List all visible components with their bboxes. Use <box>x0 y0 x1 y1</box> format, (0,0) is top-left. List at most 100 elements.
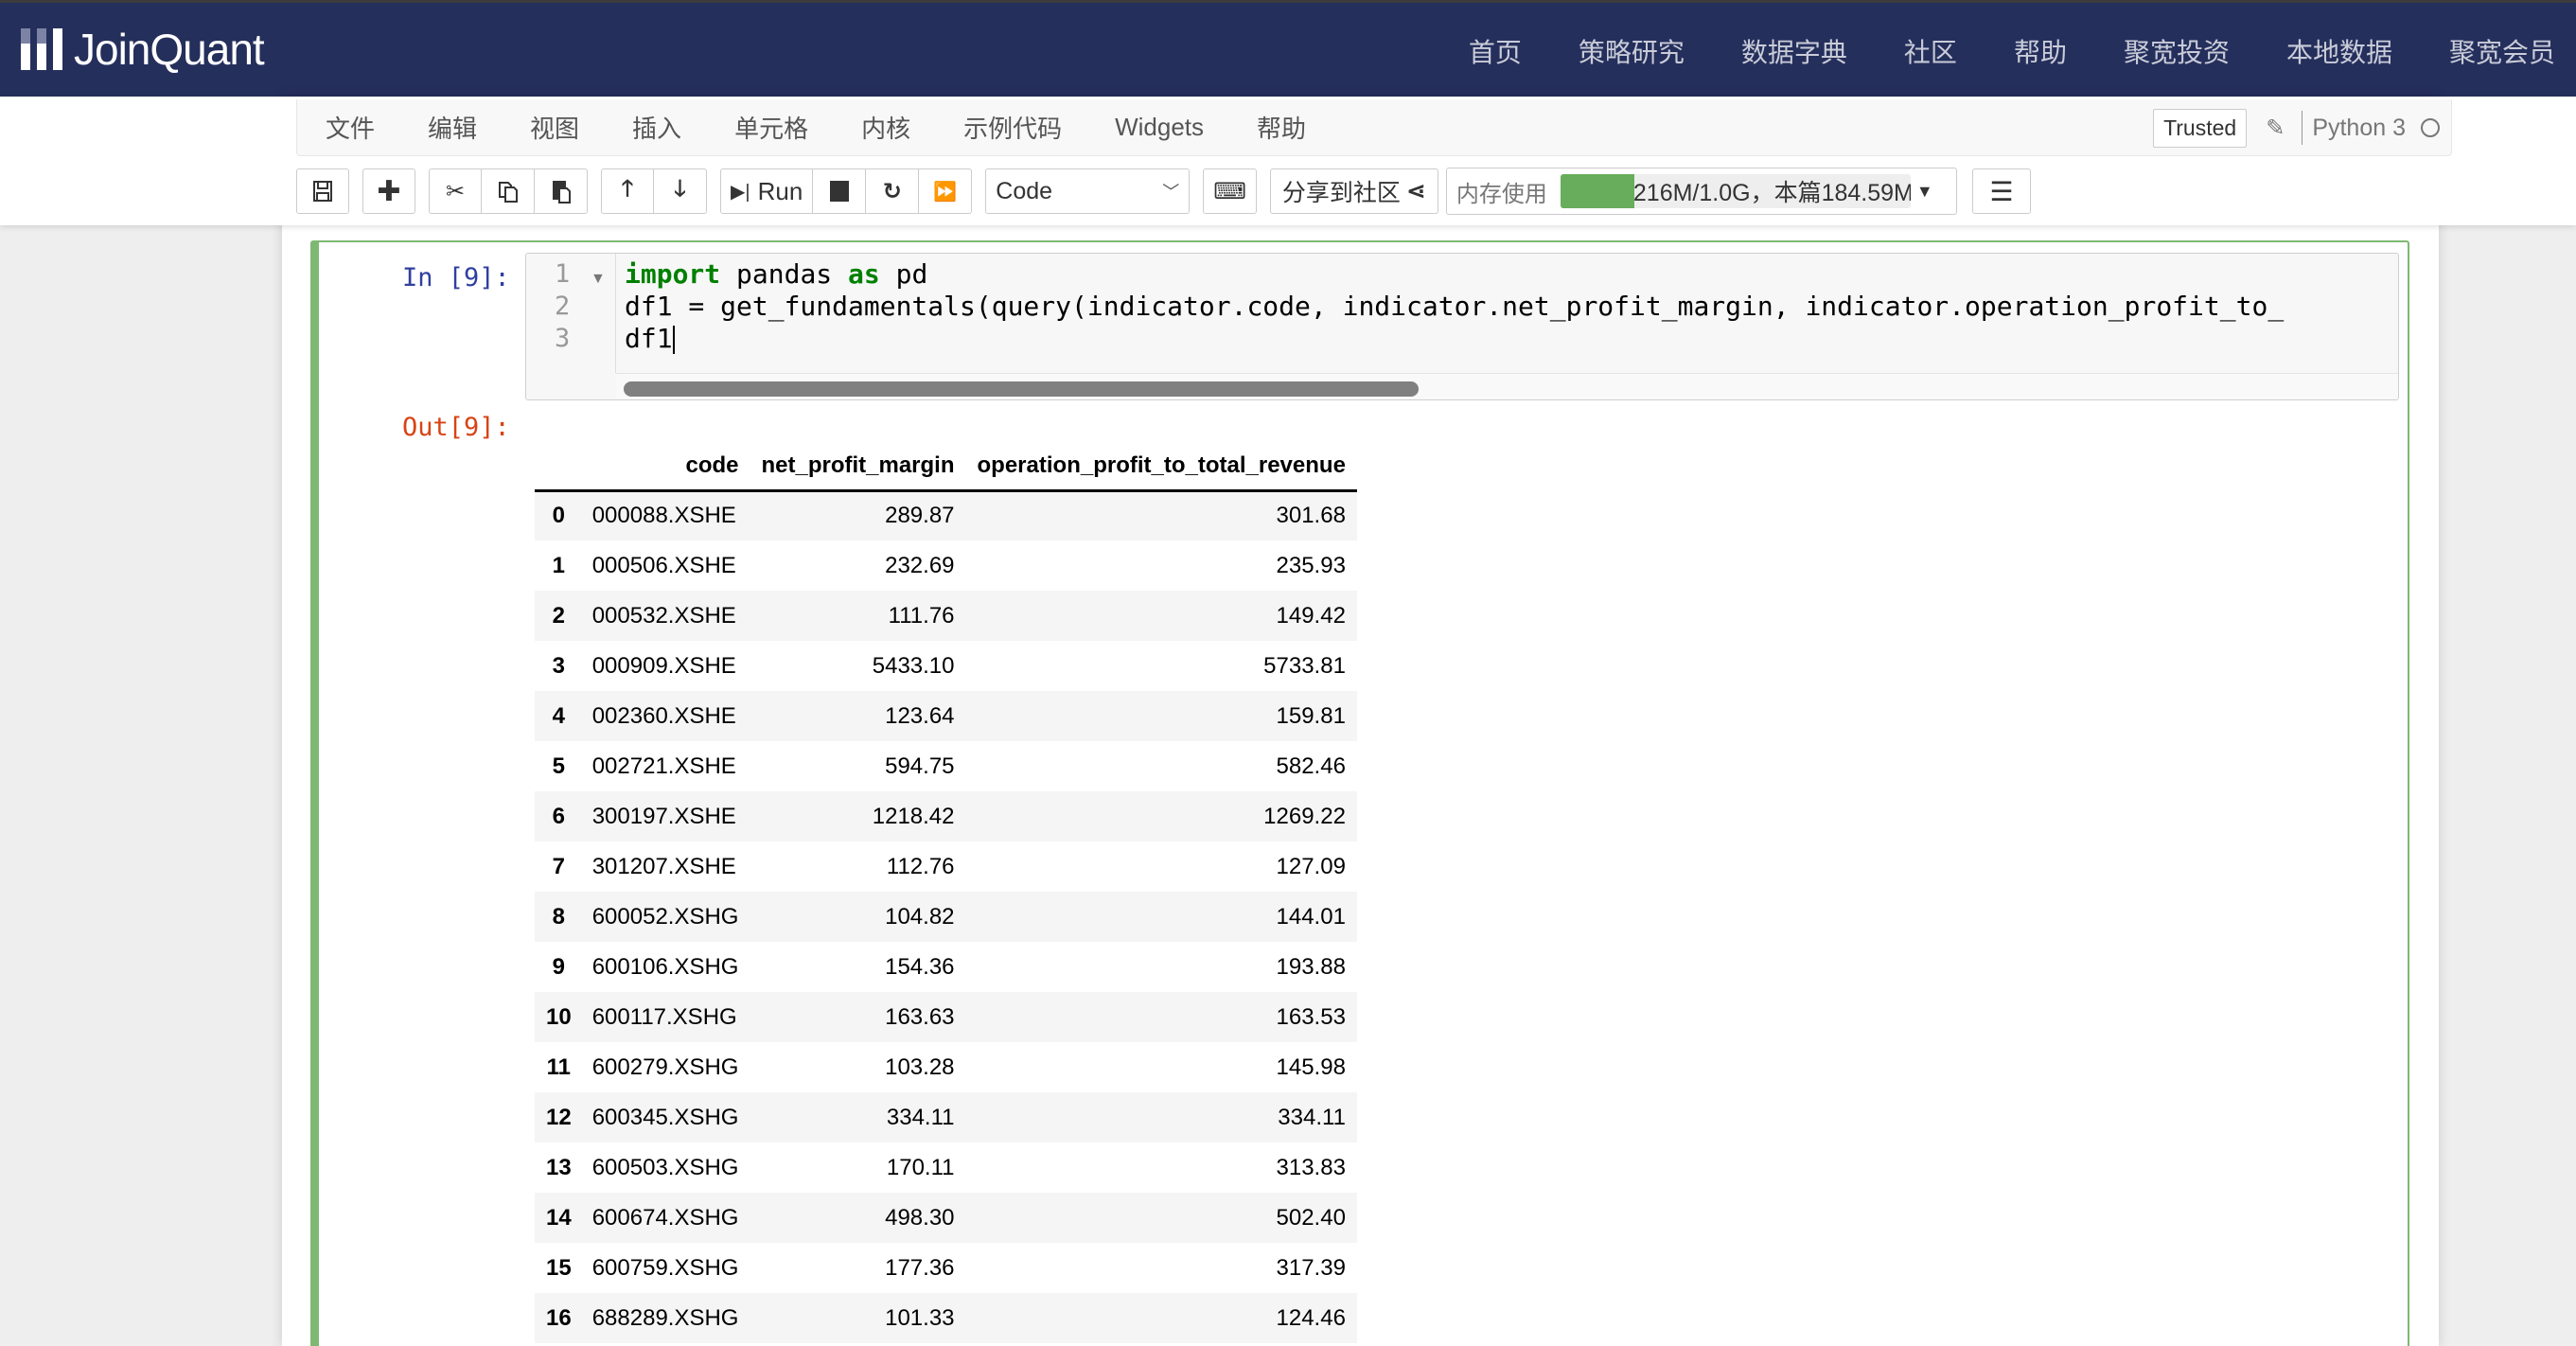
cell-operation-profit: 124.46 <box>1276 1304 1346 1331</box>
topnav-community[interactable]: 社区 <box>1876 32 1985 70</box>
table-row: 6 300197.XSHE 1218.42 1269.22 <box>535 791 1357 841</box>
cell-operation-profit: 317.39 <box>1276 1254 1346 1281</box>
copy-button[interactable] <box>482 168 535 214</box>
arrow-up-icon: 🡑 <box>621 175 634 202</box>
row-index: 12 <box>546 1104 572 1130</box>
menu-file[interactable]: 文件 <box>297 110 401 145</box>
cell-code: 002360.XSHE <box>591 702 736 729</box>
cut-button[interactable]: ✂ <box>429 168 482 214</box>
row-index: 10 <box>546 1003 572 1030</box>
dataframe-table: code net_profit_margin operation_profit_… <box>535 443 1357 1343</box>
paste-icon <box>552 181 571 204</box>
cell-code: 600117.XSHG <box>591 1003 737 1030</box>
run-button[interactable]: ▶| Run <box>720 168 814 214</box>
cell-net-profit-margin: 163.63 <box>885 1003 955 1030</box>
logo-bars-icon <box>21 28 62 70</box>
line-number: 3 <box>555 324 571 353</box>
code-line-3: df1 <box>625 323 675 354</box>
topnav-membership[interactable]: 聚宽会员 <box>2421 32 2576 70</box>
top-navbar: JoinQuant 首页 策略研究 数据字典 社区 帮助 聚宽投资 本地数据 聚… <box>0 0 2576 97</box>
input-prompt: In [9]: <box>402 263 510 292</box>
table-row: 11 600279.XSHG 103.28 145.98 <box>535 1042 1357 1092</box>
fold-arrow-icon[interactable]: ▼ <box>591 271 606 288</box>
share-to-community-button[interactable]: 分享到社区 ⋖ <box>1269 168 1438 214</box>
topnav-strategy-research[interactable]: 策略研究 <box>1550 32 1713 70</box>
cell-net-profit-margin: 103.28 <box>885 1054 955 1080</box>
cell-operation-profit: 163.53 <box>1276 1003 1346 1030</box>
code-text: pd <box>879 258 928 290</box>
topnav-home[interactable]: 首页 <box>1440 32 1550 70</box>
column-header-code: code <box>685 452 739 479</box>
memory-progress-fill <box>1560 174 1634 208</box>
toc-button[interactable]: ☰ <box>1971 168 2031 214</box>
column-header-operation-profit: operation_profit_to_total_revenue <box>977 452 1346 479</box>
share-icon: ⋖ <box>1405 178 1426 204</box>
restart-button[interactable]: ↻ <box>866 168 920 214</box>
cell-net-profit-margin: 123.64 <box>885 702 955 729</box>
interrupt-button[interactable] <box>813 168 867 214</box>
code-text: pandas <box>720 258 849 290</box>
code-editor[interactable]: 1 ▼ 2 3 import pandas as pd df1 = get_fu… <box>525 253 2399 400</box>
copy-icon <box>498 182 518 203</box>
notebook-menubar: 文件 编辑 视图 插入 单元格 内核 示例代码 Widgets 帮助 Trust… <box>296 99 2452 156</box>
move-up-button[interactable]: 🡑 <box>601 168 654 214</box>
table-row: 7 301207.XSHE 112.76 127.09 <box>535 841 1357 892</box>
menu-insert[interactable]: 插入 <box>606 110 708 145</box>
cell-code: 301207.XSHE <box>591 853 736 879</box>
plus-icon: ✚ <box>377 175 401 207</box>
table-header-row: code net_profit_margin operation_profit_… <box>535 443 1357 490</box>
row-index: 0 <box>552 503 566 529</box>
horizontal-scrollbar[interactable] <box>616 373 2398 399</box>
cell-type-select[interactable]: Code ﹀ <box>985 168 1191 214</box>
save-button[interactable] <box>296 168 349 214</box>
column-header-net-profit-margin: net_profit_margin <box>761 452 955 479</box>
insert-cell-button[interactable]: ✚ <box>362 168 415 214</box>
menu-cell[interactable]: 单元格 <box>708 110 835 145</box>
cell-operation-profit: 334.11 <box>1278 1104 1346 1130</box>
memory-usage-widget[interactable]: 内存使用 216M/1.0G，本篇184.59M ▼ <box>1445 168 1957 215</box>
row-index: 15 <box>546 1254 572 1281</box>
cell-operation-profit: 144.01 <box>1276 903 1346 930</box>
row-index: 14 <box>546 1204 572 1231</box>
line-number: 1 <box>555 259 571 289</box>
cell-code: 600674.XSHG <box>591 1204 739 1231</box>
row-index: 8 <box>552 903 566 930</box>
menu-kernel[interactable]: 内核 <box>835 110 937 145</box>
memory-progress-bar: 216M/1.0G，本篇184.59M <box>1560 174 1911 208</box>
table-row: 5 002721.XSHE 594.75 582.46 <box>535 741 1357 791</box>
cell-operation-profit: 502.40 <box>1276 1204 1346 1231</box>
menu-examples[interactable]: 示例代码 <box>937 110 1088 145</box>
cell-net-profit-margin: 334.11 <box>886 1104 955 1130</box>
trusted-badge[interactable]: Trusted <box>2153 108 2248 148</box>
cell-code: 688289.XSHG <box>591 1304 739 1331</box>
code-line-1: import pandas as pd <box>625 258 927 290</box>
cell-code: 002721.XSHE <box>591 753 736 779</box>
paste-button[interactable] <box>535 168 588 214</box>
restart-run-all-button[interactable]: ⏩ <box>919 168 973 214</box>
stop-icon <box>829 181 849 202</box>
menu-edit[interactable]: 编辑 <box>401 110 503 145</box>
menu-help[interactable]: 帮助 <box>1230 110 1332 145</box>
caret-down-icon: ▼ <box>1915 181 1933 201</box>
kernel-name: Python 3 <box>2302 111 2406 145</box>
topnav-help[interactable]: 帮助 <box>1985 32 2095 70</box>
table-row: 8 600052.XSHG 104.82 144.01 <box>535 892 1357 942</box>
step-forward-icon: ▶| <box>731 181 750 203</box>
menu-view[interactable]: 视图 <box>503 110 606 145</box>
row-index: 7 <box>552 853 566 879</box>
pencil-icon[interactable]: ✎ <box>2266 115 2285 142</box>
cell-net-profit-margin: 101.33 <box>885 1304 955 1331</box>
menu-widgets[interactable]: Widgets <box>1088 113 1230 142</box>
row-index: 16 <box>546 1304 572 1331</box>
topnav-local-data[interactable]: 本地数据 <box>2258 32 2421 70</box>
cell-net-profit-margin: 594.75 <box>885 753 955 779</box>
cell-code: 600759.XSHG <box>591 1254 739 1281</box>
line-number: 2 <box>555 292 571 321</box>
move-down-button[interactable]: 🡓 <box>654 168 707 214</box>
cell-code: 300197.XSHE <box>591 803 736 829</box>
joinquant-logo[interactable]: JoinQuant <box>21 22 265 77</box>
topnav-investment[interactable]: 聚宽投资 <box>2095 32 2258 70</box>
topnav-data-dictionary[interactable]: 数据字典 <box>1713 32 1876 70</box>
command-palette-button[interactable]: ⌨ <box>1203 168 1257 214</box>
scrollbar-thumb[interactable] <box>624 381 1419 397</box>
